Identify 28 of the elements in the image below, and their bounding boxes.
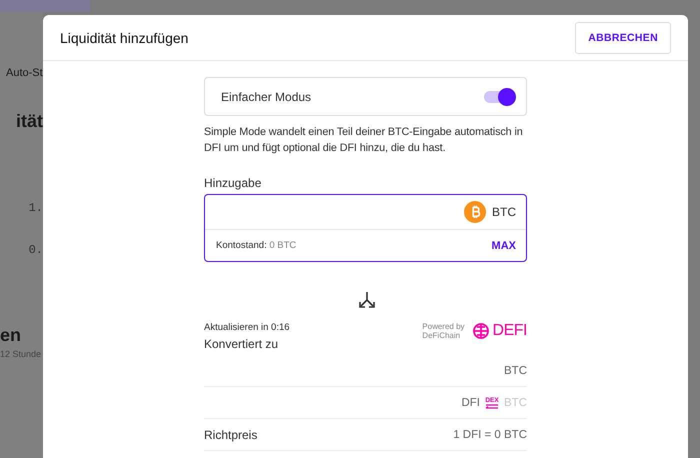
coin-icon: [464, 201, 486, 223]
background-heading: en: [0, 325, 22, 347]
amount-field[interactable]: BTC Kontostand: 0 BTC MAX: [204, 194, 527, 262]
background-tab-label: Auto-St: [6, 67, 43, 81]
row-value: BTC: [504, 364, 527, 376]
row-value: 1 DFI = 0 BTC: [453, 428, 527, 440]
background-value: 0.: [28, 243, 43, 259]
max-button[interactable]: MAX: [492, 240, 516, 252]
background-heading: ität: [16, 111, 43, 133]
background-text: 12 Stunde: [0, 349, 42, 359]
dialog-title: Liquidität hinzufügen: [60, 30, 188, 46]
field-label: Hinzugabe: [204, 176, 262, 190]
logo-text: DEFI: [492, 322, 527, 340]
description-text: Simple Mode wandelt einen Teil deiner BTC-Eingabe automatisch in DFI um und fügt optional die DFI hinzu, die du hast.: [204, 125, 524, 156]
split-arrow-icon: [358, 292, 376, 308]
token-label: DFI: [461, 396, 480, 408]
balance-text: Kontostand: 0 BTC: [216, 240, 296, 251]
refresh-timer: Aktualisieren in 0:16: [204, 322, 290, 333]
background-value: 1.: [28, 201, 43, 217]
mode-label: Einfacher Modus: [221, 90, 312, 104]
cancel-button[interactable]: ABBRECHEN: [575, 22, 671, 54]
section-title: Konvertiert zu: [204, 337, 280, 351]
row-label: Richtpreis: [204, 428, 258, 442]
token-label: BTC: [492, 205, 516, 219]
powered-by-text: Powered by: [422, 322, 465, 331]
powered-by-text: DeFiChain: [422, 331, 462, 340]
logo-icon: [472, 322, 489, 340]
toggle-switch[interactable]: [484, 90, 514, 102]
